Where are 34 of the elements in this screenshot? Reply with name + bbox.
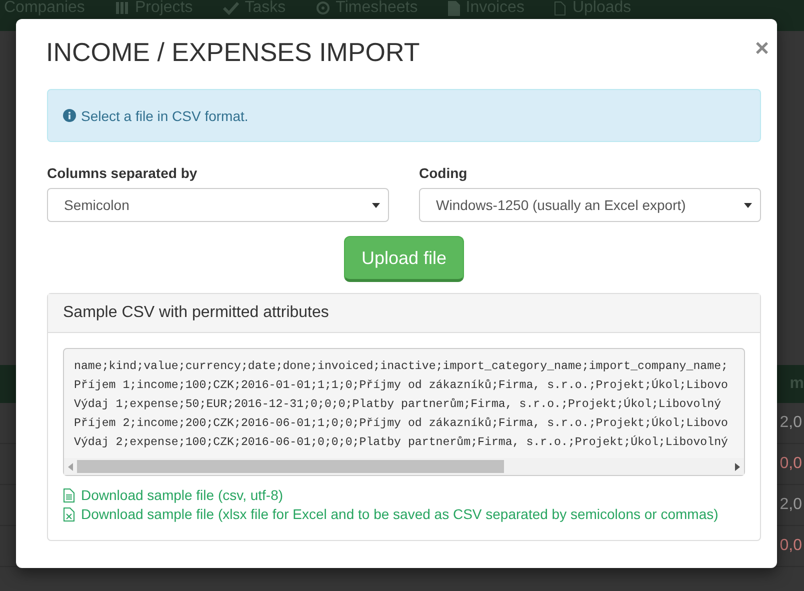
select-field[interactable]: Semicolon	[47, 188, 389, 222]
amount-text: 2,0	[780, 496, 802, 514]
caret-icon	[372, 202, 380, 208]
download-link[interactable]: Download sample file (xlsx file for Excel and to be saved as CSV separated by semicolons or commas)	[63, 506, 745, 522]
field-label: Coding	[419, 165, 468, 181]
code-line: name;kind;value;currency;date;done;invoiced;inactive;import_category_name;import_company_name;	[74, 359, 729, 375]
text-file-icon	[63, 488, 75, 502]
code-line: Výdaj 1;expense;50;EUR;2016-12-31;0;0;0;Platby partnerům;Firma, s.r.o.;Projekt;Úkol;Libovolný	[74, 396, 722, 413]
caret-icon	[744, 202, 752, 208]
code-line: Výdaj 2;expense;100;CZK;2016-06-01;0;0;0;Platby partnerům;Firma, s.r.o.;Projekt;Úkol;Libovolný	[74, 434, 729, 451]
dialog-title: INCOME / EXPENSES IMPORT	[46, 37, 420, 68]
bars-icon	[114, 1, 129, 15]
amount-text: 0,0	[780, 455, 802, 473]
file-icon	[554, 0, 566, 16]
select-field[interactable]: Windows-1250 (usually an Excel export)	[419, 188, 761, 222]
horizontal-scrollbar[interactable]	[64, 458, 744, 475]
code-line: Příjem 2;income;200;CZK;2016-06-01;1;0;0;Příjmy od zákazníků;Firma, s.r.o.;Projekt;Úkol;Libovo	[74, 415, 729, 432]
spreadsheet-file-icon	[63, 506, 75, 522]
document-icon	[448, 0, 460, 16]
download-link[interactable]: Download sample file (csv, utf-8)	[63, 487, 745, 503]
code-line: Příjem 1;income;100;CZK;2016-01-01;1;1;0;Příjmy od zákazníků;Firma, s.r.o.;Projekt;Úkol;Libovo	[74, 377, 729, 394]
upload-button[interactable]: Upload file	[344, 236, 464, 282]
info-icon	[63, 109, 76, 122]
alert-text: Select a file in CSV format.	[81, 108, 248, 124]
amount-text: 0,0	[780, 537, 802, 555]
field-label: Columns separated by	[47, 165, 198, 181]
clock-icon	[316, 1, 330, 15]
check-icon	[222, 1, 239, 15]
right-arrow-icon[interactable]	[735, 462, 740, 470]
panel-title: Sample CSV with permitted attributes	[63, 304, 329, 322]
left-arrow-icon[interactable]	[68, 462, 73, 470]
close-button[interactable]: ×	[754, 37, 769, 61]
scrollbar-thumb[interactable]	[77, 460, 504, 473]
amount-text: 2,0	[780, 414, 802, 432]
